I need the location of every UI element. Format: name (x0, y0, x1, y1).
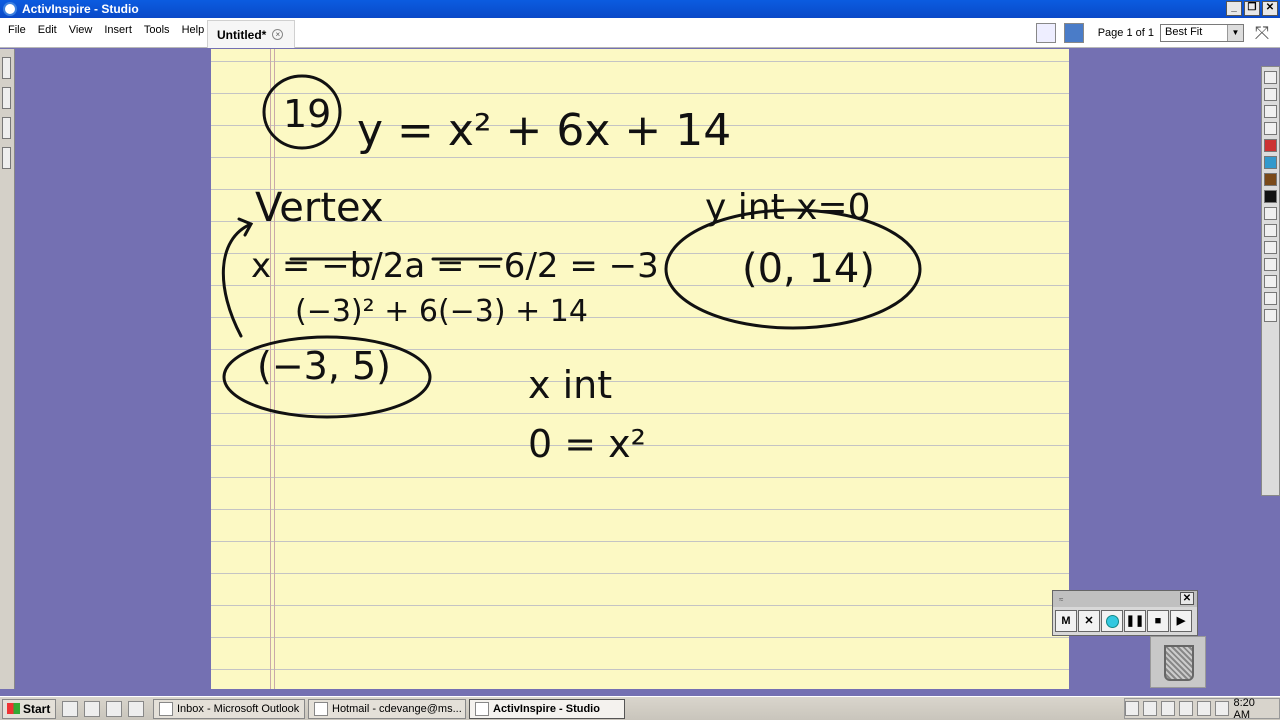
right-toolbox-panel (1261, 66, 1280, 496)
left-dock-strip (0, 49, 15, 689)
folder-icon[interactable] (84, 700, 100, 717)
recorder-stop-button[interactable]: ■ (1147, 610, 1169, 632)
menu-help[interactable]: Help (176, 24, 211, 36)
y-int-point: (0, 14) (742, 246, 875, 292)
restore-button[interactable]: ❐ (1244, 1, 1260, 16)
minimize-button[interactable]: _ (1226, 1, 1242, 16)
toolbox-icon[interactable] (1264, 207, 1277, 220)
toolbox-icon[interactable] (1264, 122, 1277, 135)
outlook-icon (159, 701, 173, 716)
tray-icon[interactable] (1143, 701, 1158, 716)
problem-number: 19 (283, 92, 331, 136)
taskbar: Start Inbox - Microsoft Outlook Hotmail … (0, 696, 1280, 720)
window-title-bar: ActivInspire - Studio _ ❐ ✕ (0, 0, 1280, 18)
activinspire-app-icon (3, 2, 17, 16)
browser-icon (314, 701, 328, 716)
recorder-play-button[interactable]: ▶ (1170, 610, 1192, 632)
window-title: ActivInspire - Studio (22, 2, 139, 16)
tray-icon[interactable] (1215, 701, 1230, 716)
recorder-cancel-button[interactable]: ✕ (1078, 610, 1100, 632)
tab-close-icon[interactable]: × (272, 29, 284, 40)
zoom-select[interactable]: Best Fit ▼ (1160, 24, 1244, 42)
tray-icon[interactable] (1161, 701, 1176, 716)
trash-can[interactable] (1150, 636, 1206, 688)
task-hotmail[interactable]: Hotmail - cdevange@ms... (308, 698, 466, 719)
toolbox-icon[interactable] (1264, 105, 1277, 118)
quick-launch (62, 700, 144, 717)
handwriting-canvas: 19 y = x² + 6x + 14 Vertex x = −b/2a = −… (221, 74, 922, 466)
x-int-equation: 0 = x² (528, 422, 646, 466)
vertex-point: (−3, 5) (257, 344, 391, 388)
menu-insert[interactable]: Insert (98, 24, 138, 36)
windows-logo-icon (7, 703, 20, 714)
screen-recorder-toolbar: ≈ ✕ M ✕ ❚❚ ■ ▶ (1052, 590, 1198, 636)
toolbox-icon[interactable] (1264, 275, 1277, 288)
system-tray: 8:20 AM (1124, 696, 1280, 720)
task-label: ActivInspire - Studio (493, 702, 600, 715)
toolbox-icon[interactable] (1264, 292, 1277, 305)
toolbox-icon[interactable] (1264, 88, 1277, 101)
chevron-down-icon[interactable]: ▼ (1227, 25, 1243, 41)
vertex-label: Vertex (255, 185, 384, 231)
toolbox-icon[interactable] (1264, 224, 1277, 237)
toolbox-icon[interactable] (1264, 309, 1277, 322)
fullscreen-icon[interactable]: ⤧ (1252, 23, 1272, 43)
menu-view[interactable]: View (63, 24, 99, 36)
menu-file[interactable]: File (2, 24, 32, 36)
color-swatch-icon[interactable] (1264, 156, 1277, 169)
toolbox-icon[interactable] (1264, 71, 1277, 84)
menu-tools[interactable]: Tools (138, 24, 176, 36)
page-organizer-icon[interactable] (1035, 23, 1056, 43)
recorder-title-bar[interactable]: ≈ ✕ (1053, 591, 1197, 607)
flipchart-page[interactable]: 19 y = x² + 6x + 14 Vertex x = −b/2a = −… (211, 49, 1069, 689)
x-int-label: x int (528, 363, 612, 407)
tray-icon[interactable] (1179, 701, 1194, 716)
task-outlook[interactable]: Inbox - Microsoft Outlook (153, 698, 305, 719)
toolbox-icon[interactable] (1264, 258, 1277, 271)
clock: 8:20 AM (1233, 696, 1255, 720)
recorder-mute-button[interactable]: M (1055, 610, 1077, 632)
recorder-pause-button[interactable]: ❚❚ (1124, 610, 1146, 632)
y-int-label: y int x=0 (705, 187, 871, 228)
dock-tool-icon[interactable] (2, 87, 11, 109)
equation: y = x² + 6x + 14 (357, 105, 731, 156)
color-swatch-icon[interactable] (1264, 190, 1277, 203)
close-button[interactable]: ✕ (1262, 1, 1278, 16)
substitution-line: (−3)² + 6(−3) + 14 (295, 294, 588, 329)
dock-toggle-icon[interactable] (2, 57, 11, 79)
arrow-curve (221, 222, 253, 338)
activinspire-icon (475, 701, 489, 716)
page-browser-icon[interactable] (1063, 23, 1084, 43)
page-info: Page 1 of 1 (1097, 27, 1154, 39)
recorder-record-button[interactable] (1101, 610, 1123, 632)
menu-edit[interactable]: Edit (32, 24, 63, 36)
task-activinspire[interactable]: ActivInspire - Studio (469, 698, 625, 719)
trash-icon (1164, 645, 1194, 681)
document-tab-label: Untitled* (217, 27, 267, 42)
color-swatch-icon[interactable] (1264, 139, 1277, 152)
mail-icon[interactable] (128, 700, 144, 717)
color-swatch-icon[interactable] (1264, 173, 1277, 186)
dock-tool-icon[interactable] (2, 147, 11, 169)
recorder-close-button[interactable]: ✕ (1180, 592, 1194, 605)
browser-icon[interactable] (106, 700, 122, 717)
tray-icon[interactable] (1197, 701, 1212, 716)
grip-icon: ≈ (1059, 595, 1064, 604)
zoom-value: Best Fit (1165, 26, 1203, 38)
start-button[interactable]: Start (2, 698, 56, 719)
start-label: Start (23, 701, 51, 716)
vertex-x-formula: x = −b/2a = −6/2 = −3 (251, 246, 659, 286)
record-dot-icon (1105, 614, 1119, 628)
tray-icon[interactable] (1125, 701, 1140, 716)
menu-bar: File Edit View Insert Tools Help Untitle… (0, 18, 1280, 48)
task-label: Inbox - Microsoft Outlook (177, 702, 300, 715)
desktop-icon[interactable] (62, 700, 78, 717)
dock-tool-icon[interactable] (2, 117, 11, 139)
document-tab[interactable]: Untitled* × (207, 20, 295, 48)
task-label: Hotmail - cdevange@ms... (332, 702, 462, 715)
toolbox-icon[interactable] (1264, 241, 1277, 254)
